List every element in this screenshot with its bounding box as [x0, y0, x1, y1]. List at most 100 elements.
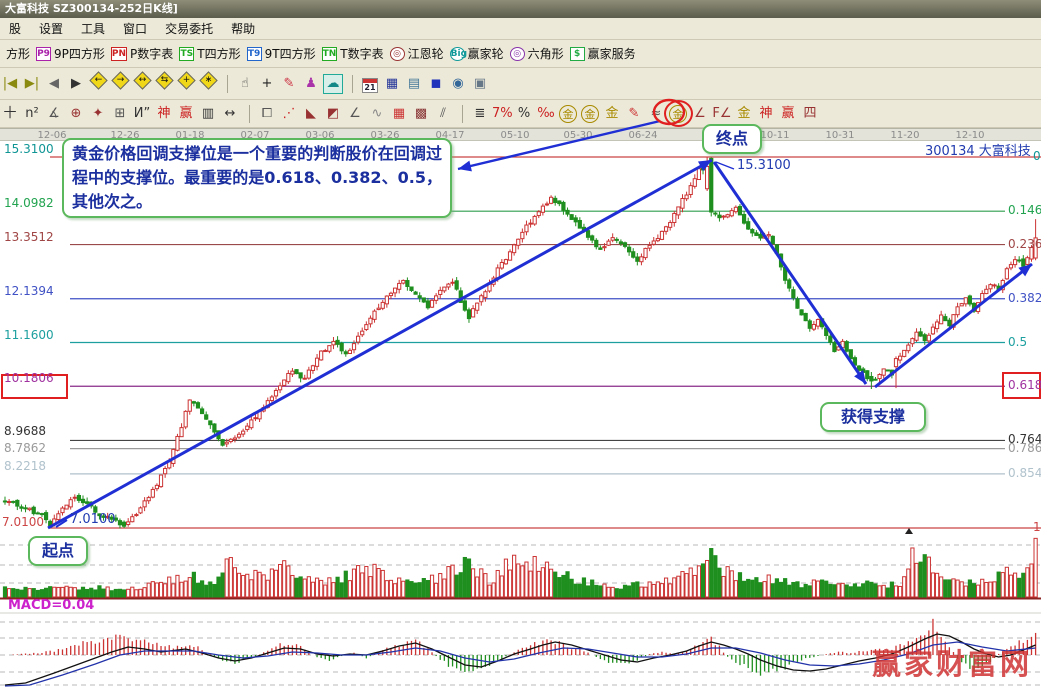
toolbar-separator — [352, 75, 353, 93]
shift-left-icon[interactable]: ← — [88, 74, 108, 94]
toolbar-draw: 十n²∡⊕✦⊞И”神赢▥↔⧠⋰◣◩∠∿▦▩⫽≣7%%‰金金金✎≈金∠F∠金神赢四 — [0, 100, 1041, 128]
zoom-out-h-icon[interactable]: ↔ — [132, 74, 152, 94]
crosshair-tool-icon[interactable]: + — [257, 74, 277, 94]
brush-tool-icon[interactable]: ✎ — [624, 104, 644, 124]
fib-level-label-0: 0 — [1033, 150, 1041, 163]
title-bar[interactable]: 大富科技 SZ300134-252日K线] — [0, 0, 1041, 18]
ruler-123-tool-icon[interactable]: ▥ — [198, 104, 218, 124]
circle-target-tool-icon[interactable]: ⊕ — [66, 104, 86, 124]
toolbar-button-nine-t-square[interactable]: T99T四方形 — [247, 45, 316, 62]
next-bar-icon[interactable]: ▶ — [66, 74, 86, 94]
toolbar-button-p-number-table[interactable]: PNP数字表 — [111, 45, 173, 62]
fib-level-label-0.786: 0.786 — [1008, 442, 1041, 455]
toolbar-separator — [249, 105, 250, 123]
width-arrow-tool-icon[interactable]: ↔ — [220, 104, 240, 124]
cross-line-tool-icon[interactable]: 十 — [0, 104, 20, 124]
fan-lines-tool-icon[interactable]: ⋰ — [279, 104, 299, 124]
start-point-callout[interactable]: 起点 — [28, 536, 88, 566]
toolbar-button-square-shape[interactable]: 方形 — [6, 45, 30, 62]
grid-red-tool-icon[interactable]: ▦ — [389, 104, 409, 124]
winner-service-icon: $ — [570, 47, 585, 61]
smart-tool-icon[interactable]: ☁ — [323, 74, 343, 94]
expand-bars-icon[interactable]: ∗ — [198, 74, 218, 94]
toolbar-button-nine-p-square[interactable]: P99P四方形 — [36, 45, 105, 62]
date-tick-10-11: 10-11 — [760, 129, 789, 142]
f-angle-tool-icon[interactable]: F∠ — [712, 104, 732, 124]
zigzag-tool-icon[interactable]: ∿ — [367, 104, 387, 124]
shen-angle-tool-icon[interactable]: 神 — [756, 104, 776, 124]
date-tick-05-30: 05-30 — [563, 129, 592, 142]
starburst-tool-icon[interactable]: ✦ — [88, 104, 108, 124]
toolbar-nav: |◀▶|◀▶←→↔⇆+∗☝+✎♟☁21▦▤◼◉▣ — [0, 68, 1041, 100]
menu-item-0[interactable]: 股 — [0, 18, 30, 39]
zoom-in-h-icon[interactable]: ⇆ — [154, 74, 174, 94]
diag-box-tool-icon[interactable]: ◩ — [323, 104, 343, 124]
permille-tool-icon[interactable]: ‰ — [536, 104, 556, 124]
shen-tool-icon[interactable]: 神 — [154, 104, 174, 124]
toolbar-button-t-square[interactable]: TST四方形 — [179, 45, 240, 62]
date-tick-10-31: 10-31 — [825, 129, 854, 142]
watermark: 赢家财富网 — [872, 641, 1032, 683]
seven-percent-tool-icon[interactable]: 7% — [492, 104, 512, 124]
t-square-icon: TS — [179, 47, 194, 61]
square-shape-label: 方形 — [6, 45, 30, 62]
price-level-label-15.3100: 15.3100 — [4, 143, 68, 156]
quote-marks-tool-icon[interactable]: И” — [132, 104, 152, 124]
menu-item-3[interactable]: 窗口 — [114, 18, 156, 39]
toolbar-button-winner-service[interactable]: $赢家服务 — [570, 45, 636, 62]
support-callout[interactable]: 获得支撑 — [820, 402, 926, 432]
first-bar-icon[interactable]: |◀ — [0, 74, 20, 94]
toolbar-button-t-number-table[interactable]: TNT数字表 — [322, 45, 384, 62]
menu-item-5[interactable]: 帮助 — [222, 18, 264, 39]
last-bar-icon[interactable]: ▶| — [22, 74, 42, 94]
ying-tool-icon[interactable]: 赢 — [176, 104, 196, 124]
gold-circle-tool-1-icon[interactable]: 金 — [558, 104, 578, 124]
angle-slash-tool-icon[interactable]: ∡ — [44, 104, 64, 124]
prev-bar-icon[interactable]: ◀ — [44, 74, 64, 94]
menu-item-2[interactable]: 工具 — [72, 18, 114, 39]
parallel-lines-tool-icon[interactable]: ⫽ — [433, 104, 453, 124]
t-square-label: T四方形 — [197, 45, 240, 62]
print-icon[interactable]: ▣ — [470, 74, 490, 94]
angle-line-tool-icon[interactable]: ∠ — [345, 104, 365, 124]
p-number-table-icon: PN — [111, 47, 127, 61]
t-number-table-label: T数字表 — [340, 45, 383, 62]
pen-tool-icon[interactable]: ✎ — [279, 74, 299, 94]
toolbar-button-winner-wheel[interactable]: Big赢家轮 — [450, 45, 504, 62]
gold-angle-tool-icon[interactable]: 金 — [734, 104, 754, 124]
gold-underline-tool-icon[interactable]: 金 — [602, 104, 622, 124]
wave-tool-icon[interactable]: ≈ — [646, 104, 666, 124]
save-web-icon[interactable]: ◉ — [448, 74, 468, 94]
angle-ray-tool-icon[interactable]: ∠ — [690, 104, 710, 124]
menu-item-4[interactable]: 交易委托 — [156, 18, 222, 39]
gold-circle-tool-2-icon[interactable]: 金 — [580, 104, 600, 124]
calculator-icon[interactable]: ▦ — [382, 74, 402, 94]
gann-wheel-label: 江恩轮 — [408, 45, 444, 62]
price-level-label-8.2218: 8.2218 — [4, 460, 68, 473]
gann-stamp-tool-icon[interactable]: ♟ — [301, 74, 321, 94]
n-square-tool-icon[interactable]: n² — [22, 104, 42, 124]
ying-angle-tool-icon[interactable]: 赢 — [778, 104, 798, 124]
si-angle-tool-icon[interactable]: 四 — [800, 104, 820, 124]
nine-t-square-icon: T9 — [247, 47, 262, 61]
golden-section-tool-icon[interactable]: 金 — [668, 104, 688, 124]
menu-item-1[interactable]: 设置 — [30, 18, 72, 39]
fan-box-tool-icon[interactable]: ◣ — [301, 104, 321, 124]
calendar-icon[interactable]: 21 — [360, 74, 380, 94]
toolbar-button-gann-wheel[interactable]: ◎江恩轮 — [390, 45, 444, 62]
explain-callout[interactable]: 黄金价格回调支撑位是一个重要的判断股价在回调过程中的支撑位。最重要的是0.618… — [62, 138, 452, 218]
grid-dark-tool-icon[interactable]: ▩ — [411, 104, 431, 124]
notepad-icon[interactable]: ▤ — [404, 74, 424, 94]
price-level-label-14.0982: 14.0982 — [4, 197, 68, 210]
toolbar-button-hexagon[interactable]: ◎六角形 — [510, 45, 564, 62]
step-lines-tool-icon[interactable]: ≣ — [470, 104, 490, 124]
shift-right-icon[interactable]: → — [110, 74, 130, 94]
save-icon[interactable]: ◼ — [426, 74, 446, 94]
percent-tool-icon[interactable]: % — [514, 104, 534, 124]
box-handles-tool-icon[interactable]: ⧠ — [257, 104, 277, 124]
hand-tool-icon[interactable]: ☝ — [235, 74, 255, 94]
end-point-callout[interactable]: 终点 — [702, 124, 762, 154]
grid-target-tool-icon[interactable]: ⊞ — [110, 104, 130, 124]
fib-level-label-0.854: 0.854 — [1008, 467, 1041, 480]
compress-bars-icon[interactable]: + — [176, 74, 196, 94]
